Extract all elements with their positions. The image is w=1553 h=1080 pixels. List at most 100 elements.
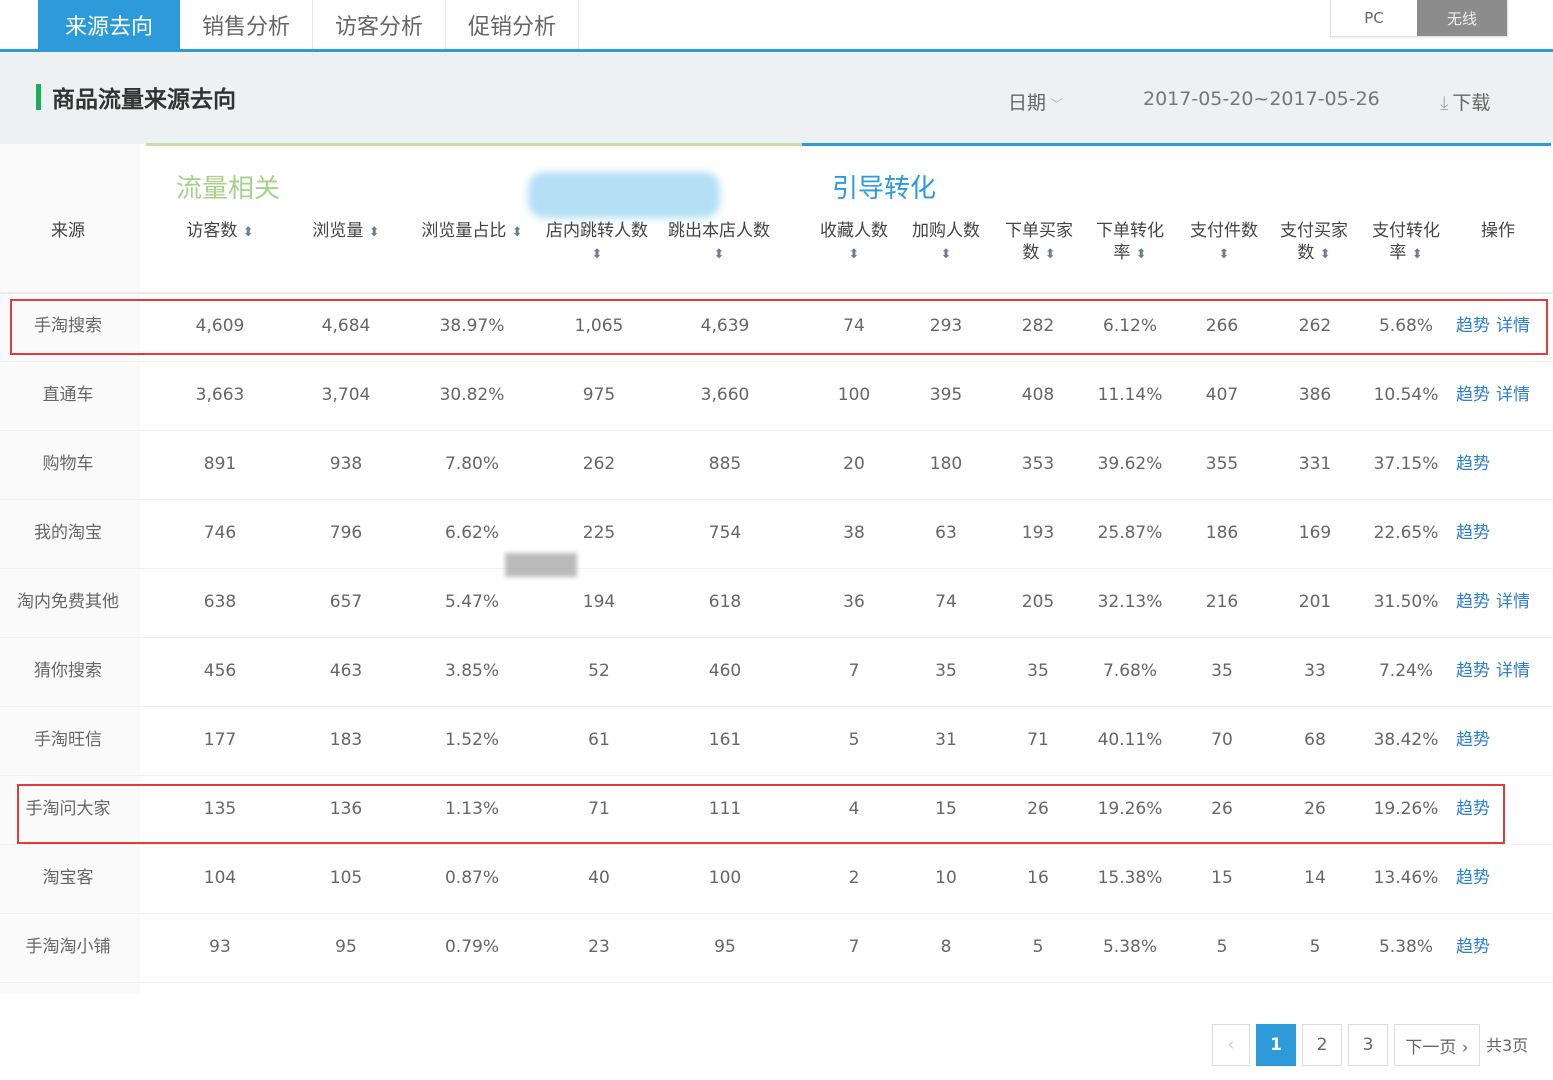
table-row: 淘内免费其他 638 657 5.47% 194 618 36 74 205 32.13% 216 2… — [0, 568, 1553, 638]
row-actions: 趋势 详情 — [1456, 568, 1536, 637]
page-3-button[interactable]: 3 — [1348, 1024, 1388, 1066]
table-cell: 61 — [588, 730, 610, 750]
table-cell: 975 — [582, 385, 616, 405]
table-cell: 938 — [329, 454, 363, 474]
table-cell: 37.15% — [1373, 454, 1439, 474]
col-bounce[interactable]: 跳出本店人数 ⬍ — [660, 220, 778, 266]
table-cell: 5 — [848, 730, 860, 750]
date-label: 日期 — [1008, 92, 1047, 114]
table-cell: 31.50% — [1373, 592, 1439, 612]
table-cell: 10 — [935, 868, 957, 888]
trend-link[interactable]: 趋势 — [1456, 661, 1490, 681]
sort-icon: ⬍ — [368, 225, 380, 240]
trend-link[interactable]: 趋势 — [1456, 868, 1490, 888]
table-cell: 395 — [929, 385, 963, 405]
table-cell: 5.38% — [1378, 937, 1433, 957]
table-cell: 177 — [203, 730, 237, 750]
blurred-region — [528, 172, 720, 218]
page-1-button[interactable]: 1 — [1256, 1024, 1296, 1066]
device-pc-button[interactable]: PC — [1331, 0, 1417, 36]
table-cell: 5.47% — [444, 592, 499, 612]
pagination-prev-button[interactable]: ‹ — [1212, 1024, 1250, 1066]
page-2-button[interactable]: 2 — [1302, 1024, 1342, 1066]
table-row: 手淘淘小铺 93 95 0.79% 23 95 7 8 5 5.38% 5 5 5.38% 趋势 — [0, 913, 1553, 983]
table-cell: 2 — [848, 868, 860, 888]
col-pay-items[interactable]: 支付件数 ⬍ — [1184, 220, 1264, 266]
col-pay-rate[interactable]: 支付转化率 ⬍ — [1370, 220, 1442, 266]
table-cell: 25.87% — [1097, 523, 1163, 543]
table-cell: 638 — [203, 592, 237, 612]
source-cell: 淘宝客 — [42, 868, 94, 888]
download-icon: ⤓ — [1440, 92, 1449, 114]
col-add-cart[interactable]: 加购人数 ⬍ — [904, 220, 988, 266]
tab-promotion-analysis[interactable]: 促销分析 — [446, 0, 580, 50]
col-pageviews[interactable]: 浏览量 ⬍ — [298, 220, 394, 244]
table-cell: 7.68% — [1102, 661, 1157, 681]
pagination-next-button[interactable]: 下一页 › — [1394, 1024, 1480, 1066]
pagination: ‹ 1 2 3 下一页 › 共3页 — [1212, 1024, 1528, 1066]
table-cell: 169 — [1298, 523, 1332, 543]
trend-link[interactable]: 趋势 — [1456, 523, 1490, 543]
table-row: 直通车 3,663 3,704 30.82% 975 3,660 100 395 408 11.1… — [0, 361, 1553, 431]
table-cell: 193 — [1021, 523, 1055, 543]
col-actions: 操作 — [1481, 221, 1515, 241]
table-cell: 15.38% — [1097, 868, 1163, 888]
table-cell: 407 — [1205, 385, 1239, 405]
table-cell: 39.62% — [1097, 454, 1163, 474]
table-cell: 3,663 — [195, 385, 245, 405]
trend-link[interactable]: 趋势 — [1456, 454, 1490, 474]
trend-link[interactable]: 趋势 — [1456, 592, 1490, 612]
source-cell: 手淘淘小铺 — [25, 937, 111, 957]
table-cell: 408 — [1021, 385, 1055, 405]
sort-icon: ⬍ — [1411, 247, 1423, 262]
tab-source-destination[interactable]: 来源去向 — [38, 0, 180, 50]
download-label: 下载 — [1452, 92, 1491, 114]
table-cell: 386 — [1298, 385, 1332, 405]
row-actions: 趋势 详情 — [1456, 361, 1536, 430]
col-order-buyers[interactable]: 下单买家数 ⬍ — [1003, 220, 1075, 266]
traffic-group-line — [146, 143, 802, 146]
source-cell: 猜你搜索 — [34, 661, 102, 681]
table-cell: 68 — [1304, 730, 1326, 750]
tab-sales-analysis[interactable]: 销售分析 — [180, 0, 314, 50]
download-button[interactable]: ⤓ 下载 — [1440, 88, 1490, 115]
table-cell: 618 — [708, 592, 742, 612]
table-cell: 463 — [329, 661, 363, 681]
table-cell: 796 — [329, 523, 363, 543]
table-cell: 355 — [1205, 454, 1239, 474]
device-wireless-button[interactable]: 无线 — [1417, 0, 1507, 36]
table-cell: 36 — [843, 592, 865, 612]
col-pay-buyers[interactable]: 支付买家数 ⬍ — [1278, 220, 1350, 266]
traffic-group-label: 流量相关 — [176, 174, 281, 204]
date-selector[interactable]: 日期 ﹀ — [1008, 88, 1063, 115]
row-actions: 趋势 — [1456, 706, 1496, 775]
table-cell: 52 — [588, 661, 610, 681]
table-cell: 353 — [1021, 454, 1055, 474]
col-in-store-jump[interactable]: 店内跳转人数 ⬍ — [538, 220, 656, 266]
col-favorites[interactable]: 收藏人数 ⬍ — [812, 220, 896, 266]
col-visitors[interactable]: 访客数 ⬍ — [172, 220, 268, 244]
trend-link[interactable]: 趋势 — [1456, 730, 1490, 750]
detail-link[interactable]: 详情 — [1496, 592, 1530, 612]
table-cell: 35 — [1211, 661, 1233, 681]
detail-link[interactable]: 详情 — [1496, 385, 1530, 405]
table-cell: 180 — [929, 454, 963, 474]
highlight-box-row-8 — [17, 784, 1505, 844]
col-order-rate[interactable]: 下单转化率 ⬍ — [1094, 220, 1166, 266]
table-cell: 10.54% — [1373, 385, 1439, 405]
trend-link[interactable]: 趋势 — [1456, 385, 1490, 405]
detail-link[interactable]: 详情 — [1496, 661, 1530, 681]
table-cell: 5 — [1032, 937, 1044, 957]
table-cell: 95 — [714, 937, 736, 957]
table-row: 淘宝客 104 105 0.87% 40 100 2 10 16 15.38% 15 14 13.46%… — [0, 844, 1553, 914]
table-cell: 22.65% — [1373, 523, 1439, 543]
analysis-tabs: 来源去向 销售分析 访客分析 促销分析 — [38, 0, 580, 50]
table-cell: 93 — [209, 937, 231, 957]
table-cell: 38.42% — [1373, 730, 1439, 750]
source-cell: 手淘旺信 — [34, 730, 102, 750]
trend-link[interactable]: 趋势 — [1456, 937, 1490, 957]
tab-visitor-analysis[interactable]: 访客分析 — [313, 0, 447, 50]
table-cell: 35 — [935, 661, 957, 681]
col-pv-share[interactable]: 浏览量占比 ⬍ — [412, 220, 532, 244]
source-cell: 我的淘宝 — [34, 523, 102, 543]
